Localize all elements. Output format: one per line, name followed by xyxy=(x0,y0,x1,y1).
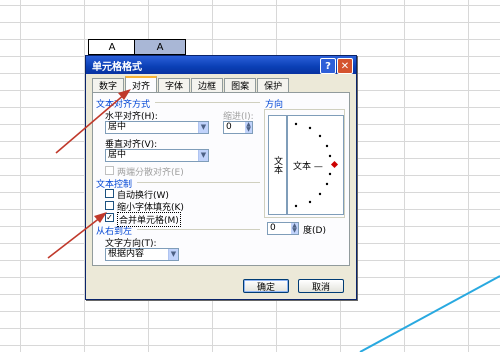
annotation-overlay xyxy=(47,89,500,352)
annotation-arrow xyxy=(55,93,126,154)
diagonal-stroke xyxy=(359,275,500,352)
annotation-arrow xyxy=(47,216,102,259)
